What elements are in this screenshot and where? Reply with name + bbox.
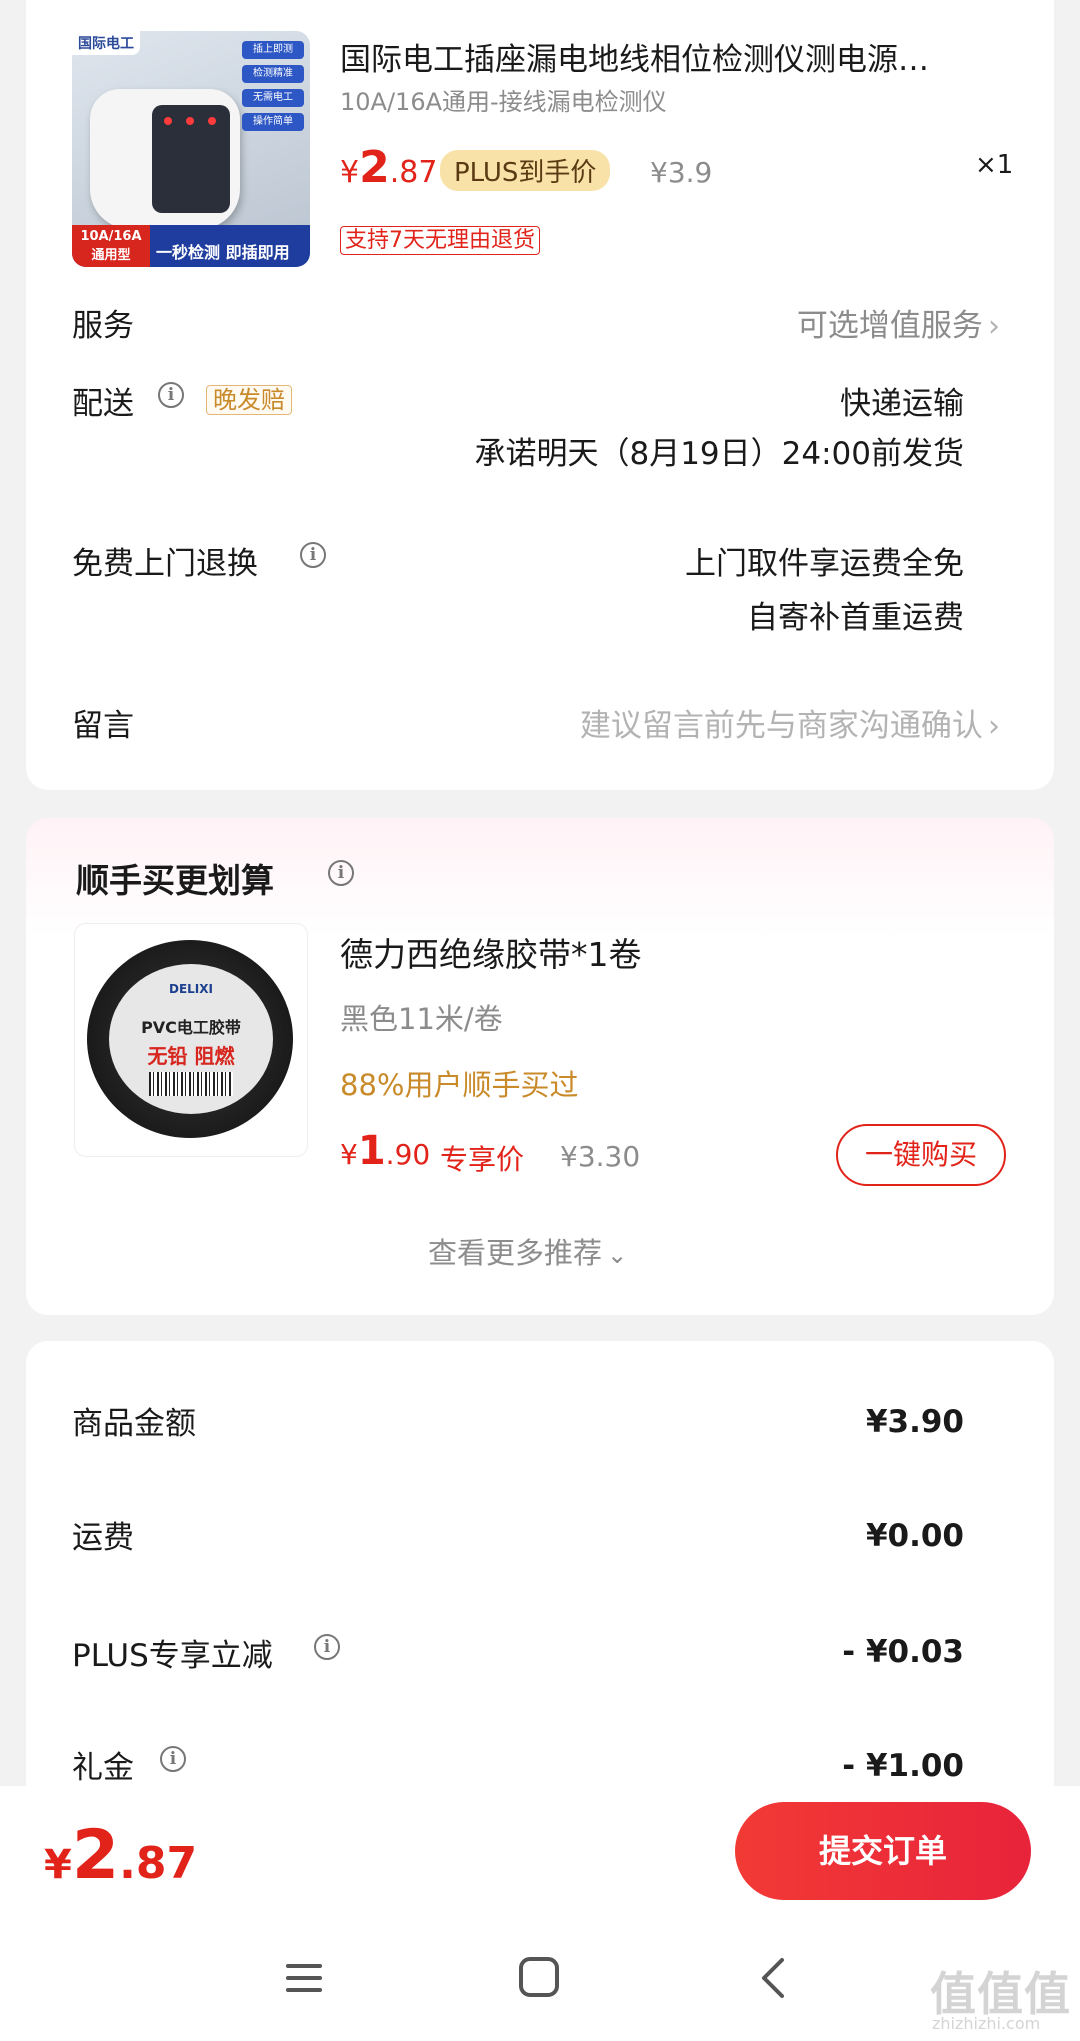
product-image-spec: 10A/16A 通用型 <box>72 225 150 267</box>
chevron-right-icon: › <box>988 309 1000 344</box>
summary-value: - ¥0.03 <box>842 1634 964 1670</box>
product-spec: 10A/16A通用-接线漏电检测仪 <box>340 88 667 116</box>
tape-image-brand: DELIXI <box>169 982 213 996</box>
info-icon[interactable]: i <box>300 542 326 568</box>
see-more-label: 查看更多推荐 <box>428 1236 603 1270</box>
chevron-down-icon: ⌄ <box>607 1241 628 1269</box>
info-icon[interactable]: i <box>158 382 184 408</box>
home-icon[interactable] <box>518 1956 560 1998</box>
tape-product-image[interactable]: DELIXI PVC电工胶带 无铅 阻燃 <box>74 923 308 1157</box>
message-label: 留言 <box>72 708 134 744</box>
summary-label: PLUS专享立减 <box>72 1638 273 1674</box>
plus-price-tag: PLUS到手价 <box>440 150 611 191</box>
summary-label: 商品金额 <box>72 1406 196 1442</box>
delivery-label: 配送 <box>72 386 134 422</box>
submit-order-button[interactable]: 提交订单 <box>735 1802 1031 1900</box>
product-image[interactable]: 国际电工 插上即测 检测精准 无需电工 操作简单 10A/16A 通用型 一秒检… <box>72 31 310 267</box>
back-icon[interactable] <box>758 1956 788 2000</box>
upsell-title: 顺手买更划算 <box>76 861 274 900</box>
product-price: ¥2.87 <box>340 142 438 193</box>
message-input[interactable]: 建议留言前先与商家沟通确认 › <box>580 700 1000 745</box>
upsell-price: ¥1.90 <box>340 1128 431 1174</box>
product-image-brand: 国际电工 <box>72 31 140 55</box>
upsell-bought-ratio: 88%用户顺手买过 <box>340 1068 579 1102</box>
upsell-original-price: ¥3.30 <box>560 1140 641 1173</box>
info-icon[interactable]: i <box>328 860 354 886</box>
product-image-feature: 插上即测 <box>242 41 304 59</box>
summary-value: ¥3.90 <box>865 1404 964 1440</box>
door-return-label: 免费上门退换 <box>72 546 258 582</box>
door-return-line1: 上门取件享运费全免 <box>685 546 964 582</box>
info-icon[interactable]: i <box>314 1634 340 1660</box>
message-placeholder: 建议留言前先与商家沟通确认 <box>579 708 983 744</box>
product-image-feature: 检测精准 <box>242 65 304 83</box>
tape-image-name: PVC电工胶带 <box>141 1018 241 1037</box>
socket-graphic <box>90 89 240 229</box>
service-row[interactable]: 可选增值服务 › <box>797 300 1000 345</box>
summary-label: 运费 <box>72 1520 134 1556</box>
summary-value: ¥0.00 <box>865 1518 964 1554</box>
delivery-promise: 承诺明天（8月19日）24:00前发货 <box>474 436 964 472</box>
upsell-price-label: 专享价 <box>440 1143 525 1176</box>
menu-icon[interactable] <box>284 1960 324 1996</box>
upsell-item-name[interactable]: 德力西绝缘胶带*1卷 <box>340 928 642 976</box>
watermark-url: zhizhizhi.com <box>932 2014 1041 2033</box>
service-label: 服务 <box>72 308 134 344</box>
delivery-method[interactable]: 快递运输 <box>840 378 964 423</box>
see-more-button[interactable]: 查看更多推荐 ⌄ <box>428 1230 627 1272</box>
late-compensation-tag: 晚发赔 <box>206 380 292 415</box>
service-value: 可选增值服务 <box>796 308 983 344</box>
total-price: ¥2.87 <box>44 1816 198 1895</box>
product-title[interactable]: 国际电工插座漏电地线相位检测仪测电源… <box>340 34 929 79</box>
chevron-right-icon: › <box>988 709 1000 744</box>
quantity: ×1 <box>975 150 1014 180</box>
tape-image-tags: 无铅 阻燃 <box>147 1044 235 1068</box>
product-image-slogan: 一秒检测 即插即用 <box>156 243 290 262</box>
upsell-item-spec: 黑色11米/卷 <box>340 1002 503 1036</box>
summary-value: - ¥1.00 <box>842 1748 964 1784</box>
one-click-buy-button[interactable]: 一键购买 <box>836 1124 1006 1186</box>
summary-label: 礼金 <box>72 1750 134 1786</box>
return-policy-tag: 支持7天无理由退货 <box>340 222 540 255</box>
door-return-line2: 自寄补首重运费 <box>747 600 964 636</box>
original-price: ¥3.9 <box>650 156 713 189</box>
product-image-feature: 操作简单 <box>242 113 304 131</box>
info-icon[interactable]: i <box>160 1746 186 1772</box>
product-image-feature: 无需电工 <box>242 89 304 107</box>
